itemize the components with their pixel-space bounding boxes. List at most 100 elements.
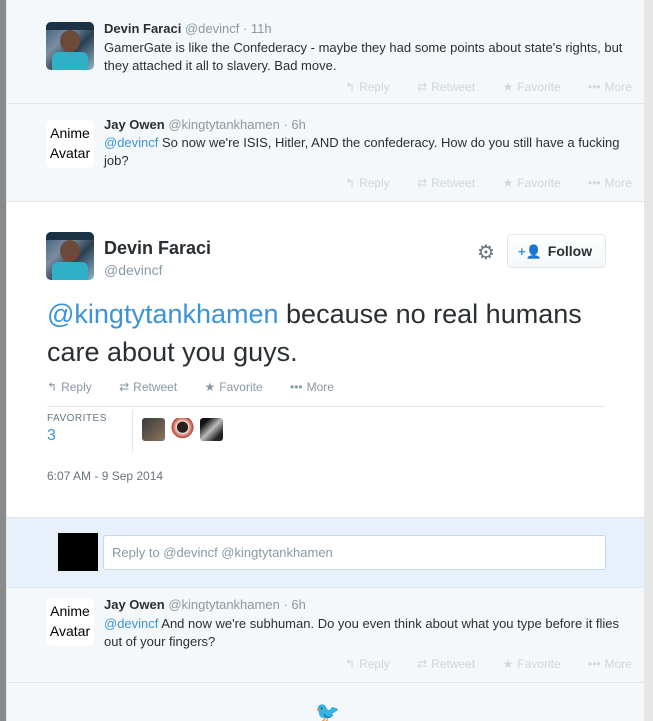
more-icon: ••• xyxy=(588,176,601,190)
reply-button[interactable]: ↰ Reply xyxy=(345,176,402,190)
reply-label: Reply xyxy=(61,380,92,394)
tweet-actions: ↰ Reply ⇄ Retweet ★ Favorite ••• More xyxy=(345,80,653,94)
retweet-button[interactable]: ⇄ Retweet xyxy=(417,176,487,190)
tweet-text-body: And now we're subhuman. Do you even thin… xyxy=(104,616,620,649)
favoriter-avatar[interactable] xyxy=(171,418,194,441)
more-button[interactable]: ••• More xyxy=(588,657,644,671)
follow-user-icon: +👤 xyxy=(518,244,542,259)
mention-link[interactable]: @devincf xyxy=(104,616,158,631)
tweet-actions: ↰ Reply ⇄ Retweet ★ Favorite ••• More xyxy=(345,657,653,671)
tweet-time[interactable]: · 11h xyxy=(243,21,272,36)
twitter-bird-icon: 🐦 xyxy=(315,702,340,721)
reply-button[interactable]: ↰ Reply xyxy=(345,657,402,671)
reply-input[interactable]: Reply to @devincf @kingtytankhamen xyxy=(103,535,606,570)
retweet-button[interactable]: ⇄ Retweet xyxy=(417,80,487,94)
favorite-label: Favorite xyxy=(517,176,561,190)
retweet-icon: ⇄ xyxy=(119,380,130,394)
avatar-jay[interactable]: Anime Avatar xyxy=(46,598,94,646)
tweet-actions: ↰ Reply ⇄ Retweet ★ Favorite ••• More xyxy=(345,176,653,190)
page-scrollbar[interactable] xyxy=(645,0,653,721)
avatar-jay[interactable]: Anime Avatar xyxy=(46,120,94,168)
tweet-time[interactable]: · 6h xyxy=(283,597,305,612)
author-name[interactable]: Devin Faraci xyxy=(104,238,211,258)
conversation-panel: Devin Faraci @devincf · 11h GamerGate is… xyxy=(6,0,645,721)
favorite-icon: ★ xyxy=(502,657,514,671)
favorite-icon: ★ xyxy=(502,176,514,190)
tweet-jay-1[interactable]: Anime Avatar Jay Owen @kingtytankhamen ·… xyxy=(7,104,644,202)
mention-link[interactable]: @devincf xyxy=(104,135,158,150)
more-button[interactable]: ••• More xyxy=(588,176,644,190)
tweet-jay-2[interactable]: Anime Avatar Jay Owen @kingtytankhamen ·… xyxy=(7,588,644,683)
main-tweet-actions: ↰ Reply ⇄ Retweet ★ Favorite ••• More xyxy=(47,380,358,394)
follow-button[interactable]: +👤 Follow xyxy=(507,234,606,268)
avatar-devin[interactable] xyxy=(46,22,94,70)
favoriter-avatar[interactable] xyxy=(200,418,223,441)
tweet-text: @devincf And now we're subhuman. Do you … xyxy=(104,615,624,651)
reply-label: Reply xyxy=(359,80,390,94)
reply-button[interactable]: ↰ Reply xyxy=(345,80,402,94)
stats-divider-top xyxy=(47,406,605,407)
mention-link[interactable]: @kingtytankhamen xyxy=(47,299,279,329)
current-user-avatar xyxy=(58,533,98,571)
retweet-icon: ⇄ xyxy=(417,657,428,671)
follow-label: Follow xyxy=(547,243,593,259)
more-icon: ••• xyxy=(588,80,601,94)
author-handle[interactable]: @devincf xyxy=(185,21,239,36)
favorite-button[interactable]: ★ Favorite xyxy=(503,80,573,94)
favorites-count[interactable]: 3 xyxy=(47,427,56,445)
favorite-button[interactable]: ★ Favorite xyxy=(205,380,275,394)
favorite-button[interactable]: ★ Favorite xyxy=(503,176,573,190)
tweet-text: @devincf So now we're ISIS, Hitler, AND … xyxy=(104,134,624,170)
reply-label: Reply xyxy=(359,657,390,671)
more-button[interactable]: ••• More xyxy=(588,80,644,94)
author-name[interactable]: Jay Owen xyxy=(104,117,165,132)
favorite-icon: ★ xyxy=(502,80,514,94)
author-handle[interactable]: @devincf xyxy=(104,262,163,278)
tweet-text: GamerGate is like the Confederacy - mayb… xyxy=(104,40,623,73)
main-author-handle[interactable]: @devincf xyxy=(104,262,163,278)
tweet-text-body: So now we're ISIS, Hitler, AND the confe… xyxy=(104,135,620,168)
favoriter-avatar[interactable] xyxy=(142,418,165,441)
more-button[interactable]: ••• More xyxy=(290,380,346,394)
favorite-button[interactable]: ★ Favorite xyxy=(503,657,573,671)
favorite-icon: ★ xyxy=(204,380,216,394)
tweet-header: Devin Faraci @devincf · 11h xyxy=(104,21,272,36)
more-icon: ••• xyxy=(588,657,601,671)
tweet-devin-1[interactable]: Devin Faraci @devincf · 11h GamerGate is… xyxy=(7,0,644,104)
retweet-icon: ⇄ xyxy=(417,80,428,94)
author-handle[interactable]: @kingtytankhamen xyxy=(168,117,279,132)
avatar-devin-main[interactable] xyxy=(46,232,94,280)
favorite-label: Favorite xyxy=(517,80,561,94)
reply-icon: ↰ xyxy=(345,80,356,94)
favorite-label: Favorite xyxy=(219,380,263,394)
retweet-button[interactable]: ⇄ Retweet xyxy=(119,380,189,394)
more-label: More xyxy=(306,380,334,394)
more-label: More xyxy=(604,176,632,190)
tweet-header: Jay Owen @kingtytankhamen · 6h xyxy=(104,597,306,612)
more-icon: ••• xyxy=(290,380,303,394)
tweet-header: Jay Owen @kingtytankhamen · 6h xyxy=(104,117,306,132)
reply-icon: ↰ xyxy=(47,380,58,394)
retweet-label: Retweet xyxy=(431,176,476,190)
favorite-label: Favorite xyxy=(517,657,561,671)
tweet-timestamp[interactable]: 6:07 AM - 9 Sep 2014 xyxy=(47,469,163,483)
author-name[interactable]: Devin Faraci xyxy=(104,21,181,36)
main-tweet-text: @kingtytankhamen because no real humans … xyxy=(47,295,607,371)
gear-icon[interactable]: ⚙ xyxy=(477,240,495,265)
retweet-label: Retweet xyxy=(133,380,178,394)
author-handle[interactable]: @kingtytankhamen xyxy=(168,597,279,612)
retweet-label: Retweet xyxy=(431,80,476,94)
stats-divider xyxy=(132,410,133,452)
author-name[interactable]: Jay Owen xyxy=(104,597,165,612)
retweet-label: Retweet xyxy=(431,657,476,671)
reply-label: Reply xyxy=(359,176,390,190)
more-label: More xyxy=(604,80,632,94)
retweet-icon: ⇄ xyxy=(417,176,428,190)
reply-icon: ↰ xyxy=(345,657,356,671)
reply-button[interactable]: ↰ Reply xyxy=(47,380,104,394)
tweet-time[interactable]: · 6h xyxy=(283,117,305,132)
main-author-name[interactable]: Devin Faraci xyxy=(104,238,211,259)
favorites-label: FAVORITES xyxy=(47,413,107,424)
reply-icon: ↰ xyxy=(345,176,356,190)
retweet-button[interactable]: ⇄ Retweet xyxy=(417,657,487,671)
